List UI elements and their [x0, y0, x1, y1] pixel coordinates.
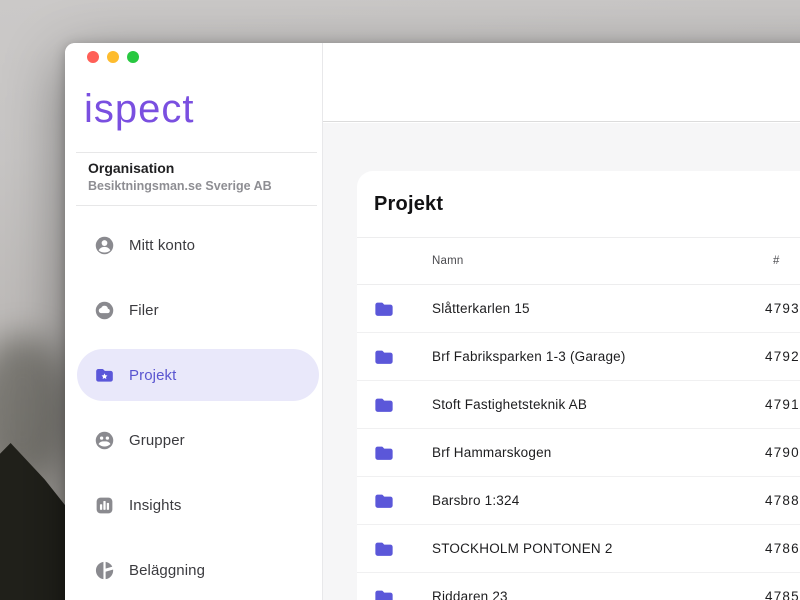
- table-row[interactable]: Barsbro 1:324 4788: [357, 477, 800, 525]
- folder-icon: [373, 491, 395, 511]
- folder-icon: [373, 299, 395, 319]
- sidebar-item-label: Beläggning: [129, 561, 206, 579]
- sidebar-item-label: Mitt konto: [129, 236, 196, 254]
- table-body: Slåtterkarlen 15 4793 Brf Fabriksparken …: [357, 285, 800, 600]
- table-row[interactable]: STOCKHOLM PONTONEN 2 4786: [357, 525, 800, 573]
- sidebar-item-filer[interactable]: Filer: [77, 284, 319, 336]
- project-number: 4785: [765, 589, 800, 600]
- folder-icon: [373, 539, 395, 559]
- projects-card: Projekt Namn # Slåtterkarlen 15 4793 Brf…: [357, 171, 800, 600]
- organisation-label: Organisation: [88, 160, 175, 176]
- folder-icon: [373, 587, 395, 600]
- content-area: Projekt Namn # Slåtterkarlen 15 4793 Brf…: [323, 123, 800, 600]
- cloud-circle-icon: [94, 300, 115, 321]
- account-circle-icon: [94, 235, 115, 256]
- folder-icon: [373, 443, 395, 463]
- sidebar-item-label: Insights: [129, 496, 182, 514]
- divider: [76, 152, 317, 153]
- traffic-lights: [87, 51, 139, 63]
- card-header: Projekt: [357, 171, 800, 237]
- project-name: Barsbro 1:324: [432, 493, 520, 508]
- project-number: 4791: [765, 397, 800, 412]
- organisation-section: Organisation Besiktningsman.se Sverige A…: [88, 159, 272, 194]
- app-window: iSpect | Få sta ispect Organisation Besi…: [65, 43, 800, 600]
- main-header-bar: [323, 43, 800, 122]
- sidebar-item-label: Filer: [129, 301, 159, 319]
- sidebar-item-label: Projekt: [129, 366, 177, 384]
- table-row[interactable]: Slåtterkarlen 15 4793: [357, 285, 800, 333]
- sidebar-item-mitt-konto[interactable]: Mitt konto: [77, 219, 319, 271]
- column-header-namn: Namn: [432, 255, 464, 267]
- table-row[interactable]: Riddaren 23 4785: [357, 573, 800, 600]
- project-number: 4788: [765, 493, 800, 508]
- folder-icon: [373, 347, 395, 367]
- app-logo: ispect: [84, 87, 195, 131]
- project-number: 4786: [765, 541, 800, 556]
- folder-icon: [373, 395, 395, 415]
- sidebar-item-label: Grupper: [129, 431, 185, 449]
- project-number: 4790: [765, 445, 800, 460]
- main-area: Projekt Namn # Slåtterkarlen 15 4793 Brf…: [323, 43, 800, 600]
- page-title: Projekt: [374, 192, 444, 215]
- sidebar-item-grupper[interactable]: Grupper: [77, 414, 319, 466]
- project-name: Brf Hammarskogen: [432, 445, 552, 460]
- bar-chart-icon: [94, 495, 115, 516]
- minimize-button[interactable]: [107, 51, 119, 63]
- project-number: 4793: [765, 301, 800, 316]
- project-name: STOCKHOLM PONTONEN 2: [432, 541, 613, 556]
- column-header-number: #: [773, 255, 780, 267]
- sidebar: ispect Organisation Besiktningsman.se Sv…: [65, 43, 323, 600]
- table-row[interactable]: Brf Fabriksparken 1-3 (Garage) 4792: [357, 333, 800, 381]
- divider: [76, 205, 317, 206]
- table-header-row: Namn #: [357, 237, 800, 285]
- project-name: Brf Fabriksparken 1-3 (Garage): [432, 349, 626, 364]
- sidebar-item-belaggning[interactable]: Beläggning: [77, 544, 319, 596]
- table-row[interactable]: Stoft Fastighetsteknik AB 4791: [357, 381, 800, 429]
- project-name: Riddaren 23: [432, 589, 508, 600]
- folder-star-icon: [94, 365, 115, 386]
- sidebar-item-insights[interactable]: Insights: [77, 479, 319, 531]
- project-name: Slåtterkarlen 15: [432, 301, 530, 316]
- project-number: 4792: [765, 349, 800, 364]
- sidebar-nav: Mitt konto Filer Projekt Grupper Insight…: [77, 219, 319, 600]
- close-button[interactable]: [87, 51, 99, 63]
- table-row[interactable]: Brf Hammarskogen 4790: [357, 429, 800, 477]
- groups-circle-icon: [94, 430, 115, 451]
- sidebar-item-projekt[interactable]: Projekt: [77, 349, 319, 401]
- project-name: Stoft Fastighetsteknik AB: [432, 397, 588, 412]
- zoom-button[interactable]: [127, 51, 139, 63]
- pie-chart-icon: [94, 560, 115, 581]
- organisation-name: Besiktningsman.se Sverige AB: [88, 179, 272, 193]
